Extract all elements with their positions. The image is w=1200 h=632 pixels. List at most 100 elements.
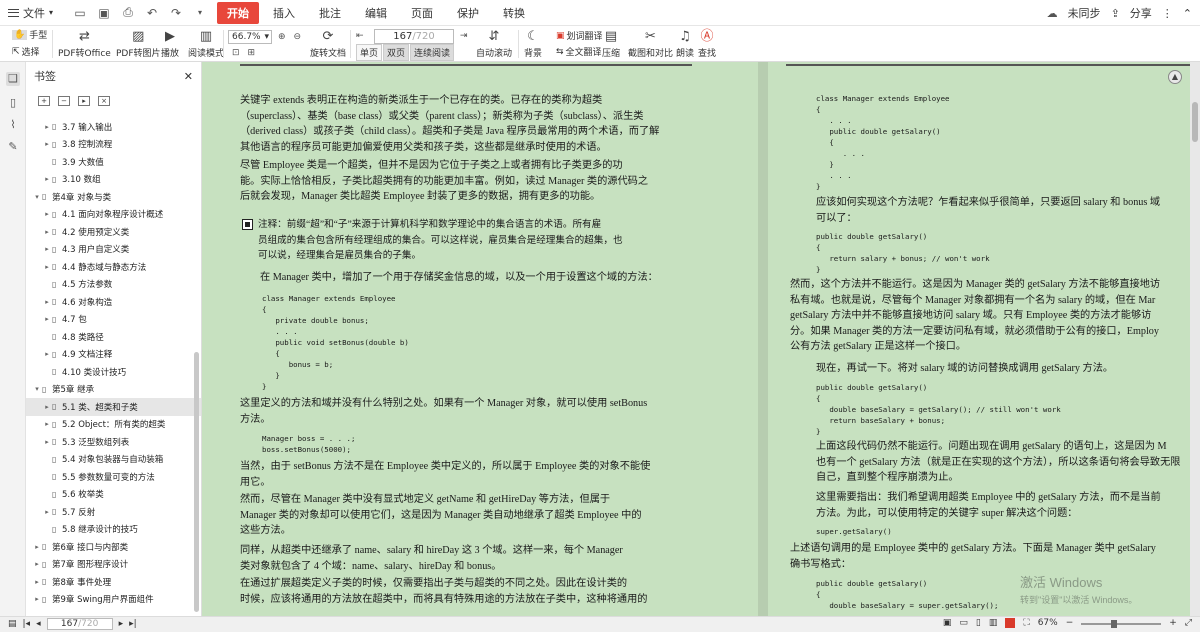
next-page-icon[interactable]: ▸ <box>119 619 124 629</box>
screenshot-compare-button[interactable]: ✂ 截图和对比 <box>628 28 673 59</box>
save-icon[interactable]: ▣ <box>97 6 111 20</box>
status-page-input[interactable]: 167/720 <box>46 618 113 630</box>
continuous-read-button[interactable]: 连续阅读 <box>410 44 455 61</box>
first-page-icon[interactable]: ⇤ <box>356 31 364 41</box>
last-page-icon[interactable]: ▸| <box>129 619 137 629</box>
zoom-slider[interactable] <box>1081 619 1162 628</box>
chevron-right-icon[interactable]: ▸ <box>42 315 52 323</box>
tab-insert[interactable]: 插入 <box>263 2 305 24</box>
play-button[interactable]: ▶ 播放 <box>161 28 179 59</box>
bookmark-item[interactable]: ▾ ▯ 第4章 对象与类 <box>26 188 201 206</box>
zoom-out-icon[interactable]: − <box>1066 618 1074 628</box>
fullscreen-icon[interactable]: ⛶ <box>1023 618 1029 628</box>
chevron-right-icon[interactable]: ▸ <box>42 210 52 218</box>
chevron-right-icon[interactable]: ▸ <box>42 403 52 411</box>
last-page-icon[interactable]: ⇥ <box>460 31 468 41</box>
bookmark-item[interactable]: ▸ ▯ 第7章 图形程序设计 <box>26 556 201 574</box>
chevron-right-icon[interactable]: ▸ <box>42 245 52 253</box>
actual-size-icon[interactable]: ⊞ <box>248 48 256 58</box>
bookmark-item[interactable]: ▯ 5.8 继承设计的技巧 <box>26 521 201 539</box>
zoom-input[interactable]: 66.7% ▾ <box>228 30 272 44</box>
bookmark-item[interactable]: ▸ ▯ 3.8 控制流程 <box>26 136 201 154</box>
bookmark-item[interactable]: ▸ ▯ 4.3 用户自定义类 <box>26 241 201 259</box>
undo-icon[interactable]: ↶ <box>145 6 159 20</box>
bookmark-item[interactable]: ▯ 5.4 对象包装器与自动装箱 <box>26 451 201 469</box>
hand-tool-button[interactable]: ✋ 手型 <box>12 28 47 41</box>
attachment-icon[interactable]: ⌇ <box>6 118 20 132</box>
chevron-right-icon[interactable]: ▸ <box>42 298 52 306</box>
document-scrollbar[interactable] <box>1190 62 1200 616</box>
bookmark-item[interactable]: ▸ ▯ 5.2 Object：所有类的超类 <box>26 416 201 434</box>
fit-width-icon[interactable]: ▭ <box>959 618 968 628</box>
chevron-right-icon[interactable]: ▸ <box>32 595 42 603</box>
chevron-right-icon[interactable]: ▸ <box>42 175 52 183</box>
pdf-to-office-button[interactable]: ⇄ PDF转Office <box>58 28 111 59</box>
fit-window-icon[interactable]: ⤢ <box>1185 618 1192 628</box>
scroll-top-icon[interactable]: ▲ <box>1168 70 1182 84</box>
toggle-sidebar-icon[interactable]: ▤ <box>8 619 17 629</box>
read-aloud-button[interactable]: ♫ 朗读 <box>676 28 694 59</box>
chevron-right-icon[interactable]: ▸ <box>32 560 42 568</box>
delete-bookmark-icon[interactable]: × <box>98 96 110 106</box>
prev-page-icon[interactable]: ◂ <box>36 619 41 629</box>
sync-status[interactable]: 未同步 <box>1068 5 1101 21</box>
single-page-button[interactable]: 单页 <box>356 44 383 61</box>
chevron-right-icon[interactable]: ▸ <box>32 578 42 586</box>
tab-page[interactable]: 页面 <box>401 2 443 24</box>
rotate-document-button[interactable]: ⟳ 旋转文档 <box>310 28 346 59</box>
search-button[interactable]: Ⓐ 查找 <box>698 28 716 59</box>
tab-start[interactable]: 开始 <box>217 1 260 24</box>
tab-convert[interactable]: 转换 <box>493 2 535 24</box>
tab-annotate[interactable]: 批注 <box>309 2 351 24</box>
scroll-thumb[interactable] <box>1192 102 1198 142</box>
bookmark-item[interactable]: ▸ ▯ 5.7 反射 <box>26 503 201 521</box>
fit-page-icon[interactable]: ⊡ <box>232 48 240 58</box>
print-icon[interactable]: ⎙ <box>121 5 135 20</box>
thumbnail-icon[interactable]: ▯ <box>6 96 20 110</box>
collapse-all-icon[interactable]: − <box>58 96 70 106</box>
chevron-right-icon[interactable]: ▸ <box>42 228 52 236</box>
bookmark-item[interactable]: ▸ ▯ 4.7 包 <box>26 311 201 329</box>
bookmark-item[interactable]: ▸ ▯ 4.1 面向对象程序设计概述 <box>26 206 201 224</box>
close-icon[interactable]: ✕ <box>184 70 193 83</box>
full-translate-button[interactable]: ⇆ 全文翻译 <box>556 45 602 59</box>
chevron-down-icon[interactable]: ▾ <box>32 193 42 201</box>
word-translate-button[interactable]: ▣ 划词翻译 <box>556 29 603 43</box>
background-button[interactable]: ☾ 背景 <box>524 28 542 59</box>
panel-scrollbar[interactable] <box>194 352 199 612</box>
page-number-input[interactable]: 167/720 <box>374 29 454 44</box>
chevron-right-icon[interactable]: ▸ <box>32 543 42 551</box>
bookmark-item[interactable]: ▸ ▯ 第6章 接口与内部类 <box>26 538 201 556</box>
bookmark-item[interactable]: ▯ 5.6 枚举类 <box>26 486 201 504</box>
bookmark-item[interactable]: ▸ ▯ 5.1 类、超类和子类 <box>26 398 201 416</box>
more-chevron-icon[interactable]: ▾ <box>193 8 207 17</box>
expand-all-icon[interactable]: + <box>38 96 50 106</box>
zoom-in-icon[interactable]: ⊕ <box>278 32 286 42</box>
bookmark-item[interactable]: ▯ 4.5 方法参数 <box>26 276 201 294</box>
bookmark-item[interactable]: ▸ ▯ 4.9 文档注释 <box>26 346 201 364</box>
bookmark-item[interactable]: ▸ ▯ 3.10 数组 <box>26 171 201 189</box>
view-mode-icon[interactable]: ▣ <box>943 618 952 628</box>
bookmark-item[interactable]: ▯ 5.5 参数数量可变的方法 <box>26 468 201 486</box>
share-button[interactable]: 分享 <box>1130 5 1152 21</box>
read-mode-icon[interactable] <box>1005 618 1016 628</box>
chevron-right-icon[interactable]: ▸ <box>42 123 52 131</box>
collapse-ribbon-icon[interactable]: ⌃ <box>1183 7 1192 20</box>
chevron-right-icon[interactable]: ▸ <box>42 438 52 446</box>
redo-icon[interactable]: ↷ <box>169 6 183 20</box>
bookmark-item[interactable]: ▸ ▯ 4.6 对象构造 <box>26 293 201 311</box>
bookmark-item[interactable]: ▸ ▯ 第8章 事件处理 <box>26 573 201 591</box>
chevron-right-icon[interactable]: ▸ <box>42 350 52 358</box>
bookmark-item[interactable]: ▸ ▯ 5.3 泛型数组列表 <box>26 433 201 451</box>
pdf-to-image-button[interactable]: ▨ PDF转图片 <box>116 28 161 59</box>
bookmark-item[interactable]: ▯ 4.8 类路径 <box>26 328 201 346</box>
tab-protect[interactable]: 保护 <box>447 2 489 24</box>
chevron-right-icon[interactable]: ▸ <box>42 263 52 271</box>
bookmark-item[interactable]: ▸ ▯ 4.4 静态域与静态方法 <box>26 258 201 276</box>
tab-edit[interactable]: 编辑 <box>355 2 397 24</box>
read-mode-button[interactable]: ▥ 阅读模式 <box>188 28 224 59</box>
compress-button[interactable]: ▤ 压缩 <box>602 28 620 59</box>
single-view-icon[interactable]: ▯ <box>976 618 981 628</box>
bookmark-item[interactable]: ▯ 4.10 类设计技巧 <box>26 363 201 381</box>
double-page-button[interactable]: 双页 <box>383 44 410 61</box>
